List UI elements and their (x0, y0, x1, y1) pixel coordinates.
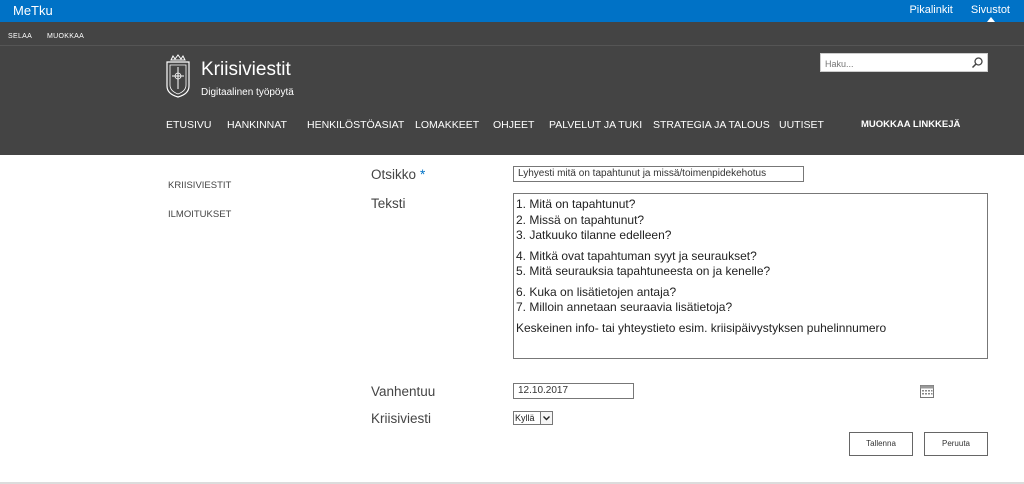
site-title[interactable]: Kriisiviestit (201, 59, 291, 81)
text-line: Keskeinen info- tai yhteystieto esim. kr… (516, 320, 887, 335)
top-navigation: ETUSIVU HANKINNAT HENKILÖSTÖASIAT LOMAKK… (0, 119, 1024, 133)
text-line: 4. Mitkä ovat tapahtuman syyt ja seurauk… (516, 248, 757, 263)
title-label-text: Otsikko (371, 167, 417, 182)
search-box (820, 53, 988, 73)
crisis-select-value: Kyllä (515, 413, 535, 423)
suite-links: Pikalinkit Sivustot (909, 4, 1010, 16)
left-navigation: KRIISIVIESTIT ILMOITUKSET (168, 180, 231, 238)
text-line: 1. Mitä on tapahtunut? (516, 197, 636, 211)
title-label: Otsikko * (371, 167, 425, 182)
suite-bar: MeTku Pikalinkit Sivustot (0, 0, 1024, 22)
text-line: 7. Milloin annetaan seuraavia lisätietoj… (516, 300, 733, 314)
calendar-icon[interactable] (920, 385, 934, 398)
suite-brand[interactable]: MeTku (13, 3, 53, 18)
required-marker: * (420, 167, 426, 182)
ribbon-tab-edit[interactable]: MUOKKAA (47, 33, 84, 40)
text-line: 3. Jatkuuko tilanne edelleen? (516, 228, 672, 242)
text-area[interactable]: 1. Mitä on tapahtunut? 2. Missä on tapah… (513, 193, 988, 359)
title-field[interactable]: Lyhyesti mitä on tapahtunut ja missä/toi… (513, 166, 804, 182)
crisis-select[interactable]: Kyllä (513, 411, 553, 425)
expires-date-field[interactable]: 12.10.2017 (513, 383, 634, 399)
chevron-down-icon[interactable] (540, 412, 552, 424)
text-line: 2. Missä on tapahtunut? (516, 212, 645, 227)
cancel-button[interactable]: Peruuta (924, 432, 988, 456)
sites-link[interactable]: Sivustot (971, 4, 1010, 16)
save-button[interactable]: Tallenna (849, 432, 913, 456)
nav-hankinnat[interactable]: HANKINNAT (227, 119, 287, 131)
quicklinks-link[interactable]: Pikalinkit (909, 4, 952, 16)
ribbon-tab-browse[interactable]: SELAA (8, 33, 32, 40)
ribbon-bar: SELAA MUOKKAA (0, 22, 1024, 46)
leftnav-item-ilmoitukset[interactable]: ILMOITUKSET (168, 209, 231, 220)
nav-etusivu[interactable]: ETUSIVU (166, 119, 212, 131)
nav-lomakkeet[interactable]: LOMAKKEET (415, 119, 479, 131)
nav-uutiset[interactable]: UUTISET (779, 119, 824, 131)
leftnav-item-kriisiviestit[interactable]: KRIISIVIESTIT (168, 180, 231, 191)
text-label: Teksti (371, 196, 406, 211)
nav-strategia-ja-talous[interactable]: STRATEGIA JA TALOUS (653, 119, 770, 131)
site-header: Kriisiviestit Digitaalinen työpöytä ETUS… (0, 46, 1024, 155)
edit-links-button[interactable]: MUOKKAA LINKKEJÄ (861, 119, 960, 130)
nav-henkilostoasiat[interactable]: HENKILÖSTÖASIAT (307, 119, 404, 131)
nav-ohjeet[interactable]: OHJEET (493, 119, 534, 131)
text-line: 6. Kuka on lisätietojen antaja? (516, 284, 677, 299)
crisis-label: Kriisiviesti (371, 411, 432, 426)
nav-palvelut-ja-tuki[interactable]: PALVELUT JA TUKI (549, 119, 642, 131)
search-input[interactable] (821, 55, 966, 73)
search-icon[interactable] (971, 56, 984, 69)
site-subtitle: Digitaalinen työpöytä (201, 87, 294, 98)
coat-of-arms-logo[interactable] (165, 54, 191, 98)
expires-label: Vanhentuu (371, 384, 436, 399)
text-line: 5. Mitä seurauksia tapahtuneesta on ja k… (516, 264, 771, 278)
